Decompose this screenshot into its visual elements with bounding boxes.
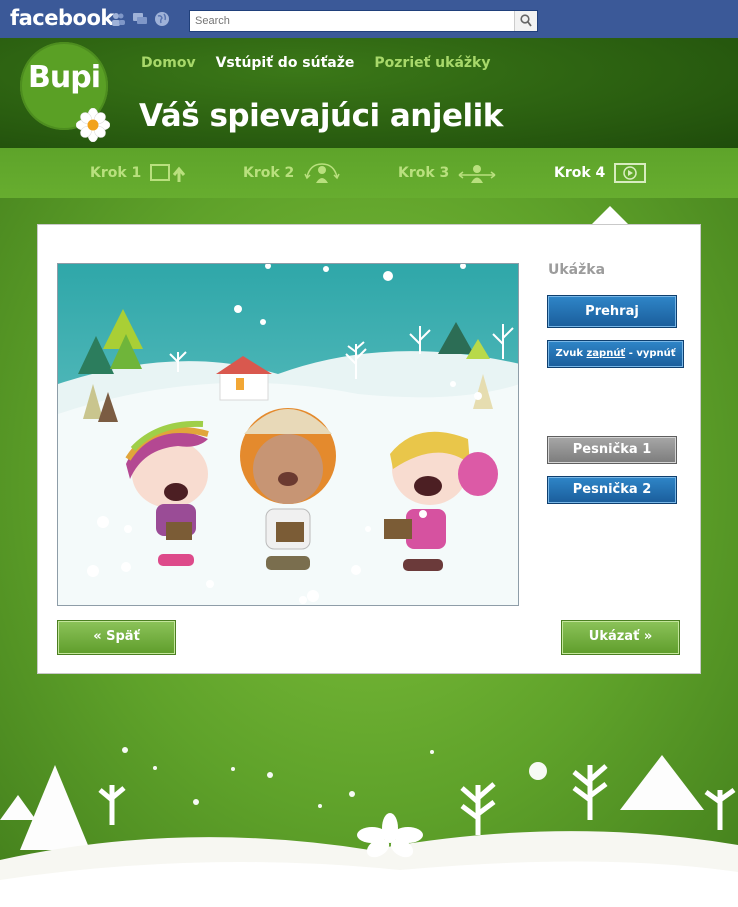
step-4[interactable]: Krok 4 [554, 160, 649, 186]
song-1-button[interactable]: Pesnička 1 [547, 436, 677, 464]
show-button[interactable]: Ukázať » [561, 620, 680, 655]
step-4-label: Krok 4 [554, 165, 606, 181]
sound-separator: - [628, 348, 633, 359]
step-2-label: Krok 2 [243, 165, 295, 181]
step-1[interactable]: Krok 1 [90, 160, 189, 186]
nav-enter-contest[interactable]: Vstúpiť do súťaže [216, 55, 355, 71]
logo-text: Bupi [28, 60, 101, 95]
facebook-top-bar: facebook [0, 0, 738, 39]
search-button[interactable] [514, 11, 537, 31]
back-button[interactable]: « Späť [57, 620, 176, 655]
globe-icon[interactable] [154, 11, 170, 27]
preview-label: Ukážka [548, 262, 606, 278]
sound-off-link[interactable]: vypnúť [636, 348, 675, 359]
play-button[interactable]: Prehraj [547, 295, 677, 328]
step-3[interactable]: Krok 3 [398, 160, 497, 186]
daisy-icon [76, 108, 110, 142]
facebook-search [189, 10, 538, 32]
singing-angel-preview[interactable] [57, 263, 519, 606]
search-icon [520, 14, 532, 27]
sound-prefix: Zvuk [555, 348, 583, 359]
page-title: Váš spievajúci anjelik [139, 98, 503, 134]
messages-icon[interactable] [132, 11, 148, 27]
step-1-label: Krok 1 [90, 165, 142, 181]
facebook-jewels [110, 11, 170, 27]
winter-scene-illustration [58, 264, 518, 605]
nav-view-samples[interactable]: Pozrieť ukážky [374, 55, 490, 71]
upload-icon [150, 164, 186, 182]
nav-home[interactable]: Domov [141, 55, 196, 71]
sound-toggle[interactable]: Zvuk zapnúť - vypnúť [547, 340, 684, 368]
active-step-pointer [592, 206, 628, 224]
main-nav: Domov Vstúpiť do súťaže Pozrieť ukážky [141, 55, 491, 71]
rotate-person-icon [304, 163, 340, 183]
sound-on-link[interactable]: zapnúť [586, 348, 625, 359]
search-input[interactable] [190, 11, 514, 31]
winter-footer-decoration [0, 747, 738, 907]
facebook-logo[interactable]: facebook [10, 6, 114, 30]
friends-icon[interactable] [110, 11, 126, 27]
song-2-button[interactable]: Pesnička 2 [547, 476, 677, 504]
resize-person-icon [458, 165, 496, 183]
step-3-label: Krok 3 [398, 165, 450, 181]
step-2[interactable]: Krok 2 [243, 160, 342, 186]
play-icon [614, 163, 647, 183]
